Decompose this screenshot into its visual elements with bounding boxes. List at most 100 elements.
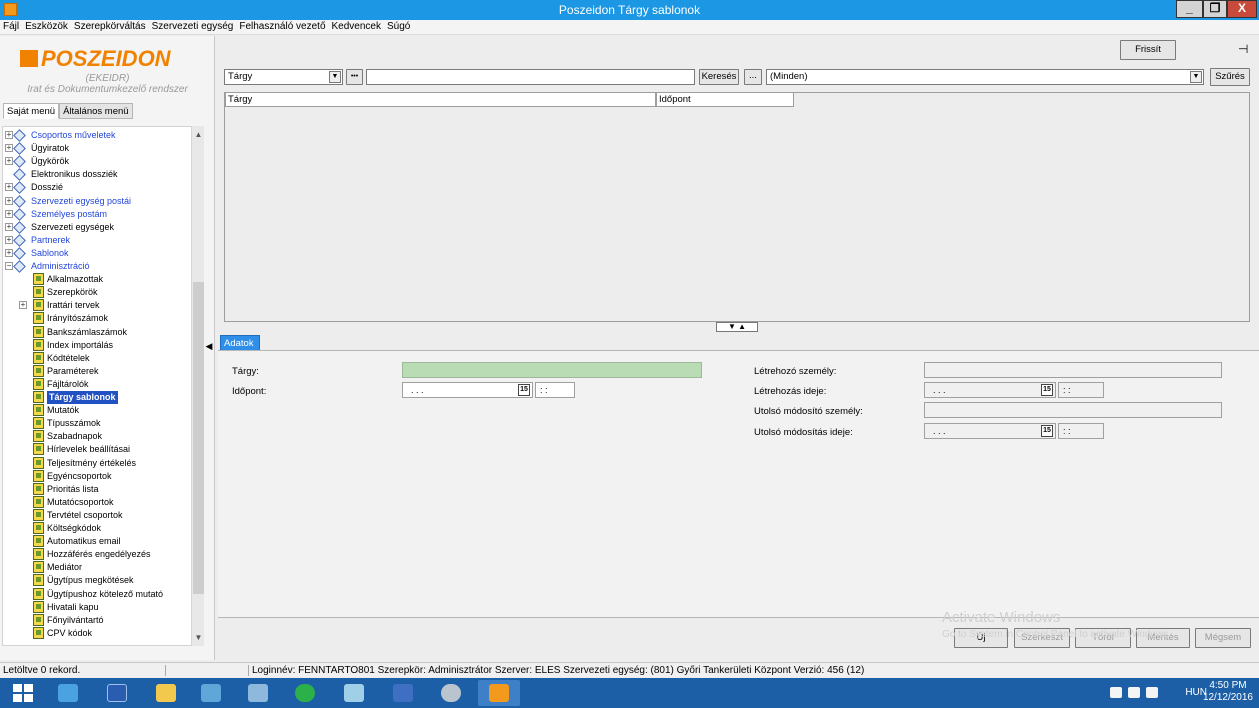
- tree-item-label: Ügytípushoz kötelező mutató: [47, 588, 164, 599]
- taskbar-app-4[interactable]: [333, 680, 375, 706]
- tree-item-label: Elektronikus dossziék: [31, 169, 118, 180]
- taskbar-poszeidon[interactable]: [478, 680, 520, 706]
- folder-diamond-icon: [13, 233, 26, 247]
- module-icon: [33, 273, 44, 286]
- search-button[interactable]: Keresés: [699, 69, 739, 85]
- search-field-select[interactable]: Tárgy ▼: [224, 69, 343, 85]
- tree-item-label: Mutatók: [47, 405, 80, 416]
- subject-field[interactable]: [402, 362, 702, 378]
- subject-label: Tárgy:: [232, 366, 259, 377]
- status-divider: [248, 665, 249, 676]
- time-label: Időpont:: [232, 386, 267, 397]
- modified-date-field: . . . 15: [924, 423, 1056, 439]
- menu-org-unit[interactable]: Szervezeti egység: [149, 20, 237, 34]
- tree-item-label: Szabadnapok: [47, 431, 103, 442]
- filter-select[interactable]: (Minden) ▼: [766, 69, 1204, 85]
- folder-diamond-icon: [13, 142, 26, 155]
- menu-role-switch[interactable]: Szerepkörváltás: [71, 20, 149, 34]
- calendar-icon[interactable]: 15: [518, 384, 530, 396]
- pin-icon[interactable]: ⊣: [1238, 42, 1248, 56]
- tree-item-label: Költségkódok: [47, 523, 102, 533]
- console-icon: [248, 684, 268, 702]
- menu-help[interactable]: Súgó: [384, 20, 413, 34]
- minimize-button[interactable]: _: [1176, 0, 1203, 18]
- column-header-time[interactable]: Időpont: [656, 93, 794, 107]
- tray-volume-icon[interactable]: [1146, 687, 1158, 698]
- cancel-button[interactable]: Mégsem: [1195, 628, 1251, 648]
- expand-icon[interactable]: +: [5, 235, 13, 244]
- collapse-left-panel-icon[interactable]: ◀: [204, 336, 214, 356]
- folder-diamond-icon: [13, 168, 26, 182]
- expand-icon[interactable]: +: [5, 196, 13, 205]
- folder-icon: [156, 684, 176, 702]
- module-icon: [33, 522, 44, 534]
- expand-icon[interactable]: +: [5, 157, 13, 166]
- window-title: Poszeidon Tárgy sablonok: [558, 3, 701, 17]
- record-count: Letöltve 0 rekord.: [3, 665, 81, 676]
- clock[interactable]: 4:50 PM 12/12/2016: [1203, 680, 1253, 704]
- start-button[interactable]: [2, 680, 44, 706]
- column-header-subject[interactable]: Tárgy: [225, 93, 656, 107]
- maximize-button[interactable]: ❐: [1203, 0, 1227, 18]
- folder-diamond-icon: [13, 247, 26, 260]
- menu-file[interactable]: Fájl: [0, 20, 22, 34]
- tree-item-label: Mediátor: [47, 562, 83, 573]
- filter-button[interactable]: Szűrés: [1210, 68, 1250, 86]
- taskbar-app-6[interactable]: [430, 680, 472, 706]
- scroll-down-icon[interactable]: ▼: [192, 631, 205, 644]
- scroll-up-icon[interactable]: ▲: [192, 128, 205, 141]
- modified-time-field: : :: [1058, 423, 1104, 439]
- modifier-label: Utolsó módosító személy:: [754, 406, 863, 417]
- created-date-field: . . . 15: [924, 382, 1056, 398]
- expand-icon[interactable]: +: [5, 209, 13, 218]
- expand-icon[interactable]: +: [19, 301, 27, 310]
- folder-diamond-icon: [13, 220, 26, 234]
- tree-item-label: Ügyiratok: [31, 143, 70, 154]
- search-input[interactable]: [366, 69, 695, 85]
- tab-own-menu[interactable]: Saját menü: [3, 103, 60, 119]
- taskbar-server-manager[interactable]: [47, 680, 89, 706]
- menu-favorites[interactable]: Kedvencek: [329, 20, 384, 34]
- green-app-icon: [295, 684, 315, 702]
- logo-tagline: Irat és Dokumentumkezelő rendszer: [27, 84, 188, 95]
- module-icon: [33, 299, 44, 312]
- taskbar-file-explorer[interactable]: [145, 680, 187, 706]
- time-date-field[interactable]: . . . 15: [402, 382, 533, 398]
- time-clock-field[interactable]: : :: [535, 382, 575, 398]
- tree-scrollbar[interactable]: ▲ ▼: [191, 126, 204, 646]
- module-icon: [33, 443, 44, 456]
- module-icon: [33, 456, 44, 469]
- expand-icon[interactable]: +: [5, 183, 13, 192]
- modified-at-label: Utolsó módosítás ideje:: [754, 427, 853, 438]
- menu-user-manager[interactable]: Felhasználó vezető: [236, 20, 328, 34]
- tree-item-label: Index importálás: [47, 339, 114, 350]
- expand-icon[interactable]: +: [5, 222, 13, 231]
- collapse-toggle-icon[interactable]: ▼ ▲: [716, 322, 758, 332]
- results-grid[interactable]: Tárgy Időpont: [224, 92, 1250, 322]
- taskbar-app-5[interactable]: [382, 680, 424, 706]
- taskbar-app-2[interactable]: [237, 680, 279, 706]
- taskbar-powershell[interactable]: [96, 680, 138, 706]
- network-icon: [393, 684, 413, 702]
- taskbar-app-3[interactable]: [284, 680, 326, 706]
- folder-diamond-icon: [13, 155, 26, 169]
- tab-general-menu[interactable]: Általános menü: [59, 103, 133, 119]
- close-button[interactable]: X: [1227, 0, 1257, 18]
- menu-tools[interactable]: Eszközök: [22, 20, 71, 34]
- field-options-button[interactable]: •••: [346, 69, 363, 85]
- module-icon: [33, 495, 44, 508]
- tray-network-icon[interactable]: [1110, 687, 1122, 698]
- scrollbar-thumb[interactable]: [193, 282, 204, 594]
- module-icon: [33, 325, 44, 338]
- tree-item-label: Hivatali kapu: [47, 601, 99, 612]
- search-ellipsis-button[interactable]: ...: [744, 69, 762, 85]
- tree-item-label: Egyéncsoportok: [47, 470, 112, 481]
- tree-item-label: Paraméterek: [47, 365, 99, 376]
- module-icon: [33, 312, 44, 325]
- tree-item-label: Típusszámok: [47, 418, 101, 429]
- tray-display-icon[interactable]: [1128, 687, 1140, 698]
- tree-item-label: Partnerek: [31, 234, 71, 245]
- refresh-button[interactable]: Frissít: [1120, 40, 1176, 60]
- taskbar-app-1[interactable]: [190, 680, 232, 706]
- tree-item-label: Hozzáférés engedélyezés: [47, 549, 151, 560]
